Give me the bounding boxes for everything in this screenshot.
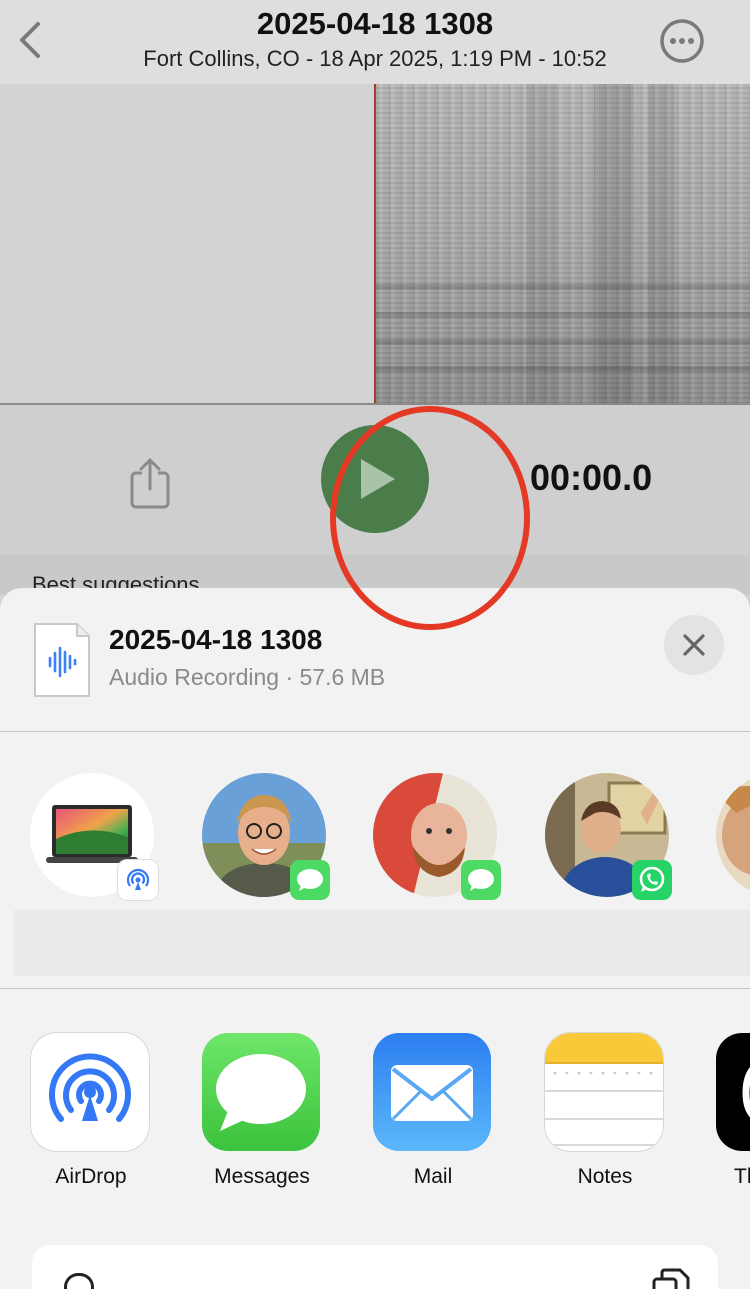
audio-file-icon (33, 622, 91, 698)
share-sheet: 2025-04-18 1308 Audio Recording · 57.6 M… (0, 588, 750, 1289)
playhead[interactable] (374, 84, 376, 404)
threads-icon (716, 1033, 750, 1151)
people-suggestions (0, 732, 750, 988)
messages-badge-icon (290, 860, 330, 900)
app-messages[interactable]: Messages (202, 1033, 322, 1188)
action-list-item[interactable] (32, 1245, 718, 1289)
action-icon-partial (64, 1273, 94, 1289)
app-label: Th (734, 1165, 750, 1188)
airdrop-badge-icon (118, 860, 158, 900)
avatar (716, 773, 750, 897)
more-button[interactable] (658, 17, 706, 65)
playback-timer: 00:00.0 (530, 457, 653, 498)
app-label: Notes (577, 1165, 633, 1188)
messages-icon (202, 1033, 320, 1151)
app-threads[interactable]: Th (716, 1033, 750, 1188)
people-row-background (14, 910, 750, 976)
ellipsis-circle-icon (660, 19, 704, 63)
app-label: Mail (413, 1165, 453, 1188)
app-label: Messages (214, 1165, 310, 1188)
mail-icon (373, 1033, 491, 1151)
annotation-highlight-circle (330, 406, 530, 630)
notes-icon (545, 1033, 663, 1151)
page-title: 2025-04-18 1308 (256, 6, 494, 41)
contact-avatar[interactable] (716, 773, 750, 897)
page-subtitle: Fort Collins, CO - 18 Apr 2025, 1:19 PM … (143, 46, 607, 71)
share-apps-row: AirDrop Messages Mail Notes T (0, 989, 750, 1229)
copy-icon (652, 1268, 690, 1289)
file-meta: Audio Recording · 57.6 MB (109, 664, 386, 690)
app-label: AirDrop (55, 1165, 127, 1188)
messages-badge-icon (461, 860, 501, 900)
airdrop-icon (31, 1033, 149, 1151)
share-button[interactable] (128, 457, 172, 509)
close-icon (683, 634, 705, 656)
app-airdrop[interactable]: AirDrop (31, 1033, 151, 1188)
top-bar: 2025-04-18 1308 Fort Collins, CO - 18 Ap… (0, 0, 750, 84)
whatsapp-badge-icon (632, 860, 672, 900)
app-mail[interactable]: Mail (373, 1033, 493, 1188)
file-name: 2025-04-18 1308 (109, 624, 323, 655)
spectrogram (376, 84, 750, 404)
app-notes[interactable]: Notes (545, 1033, 665, 1188)
close-button[interactable] (664, 615, 724, 675)
share-icon (130, 458, 170, 509)
